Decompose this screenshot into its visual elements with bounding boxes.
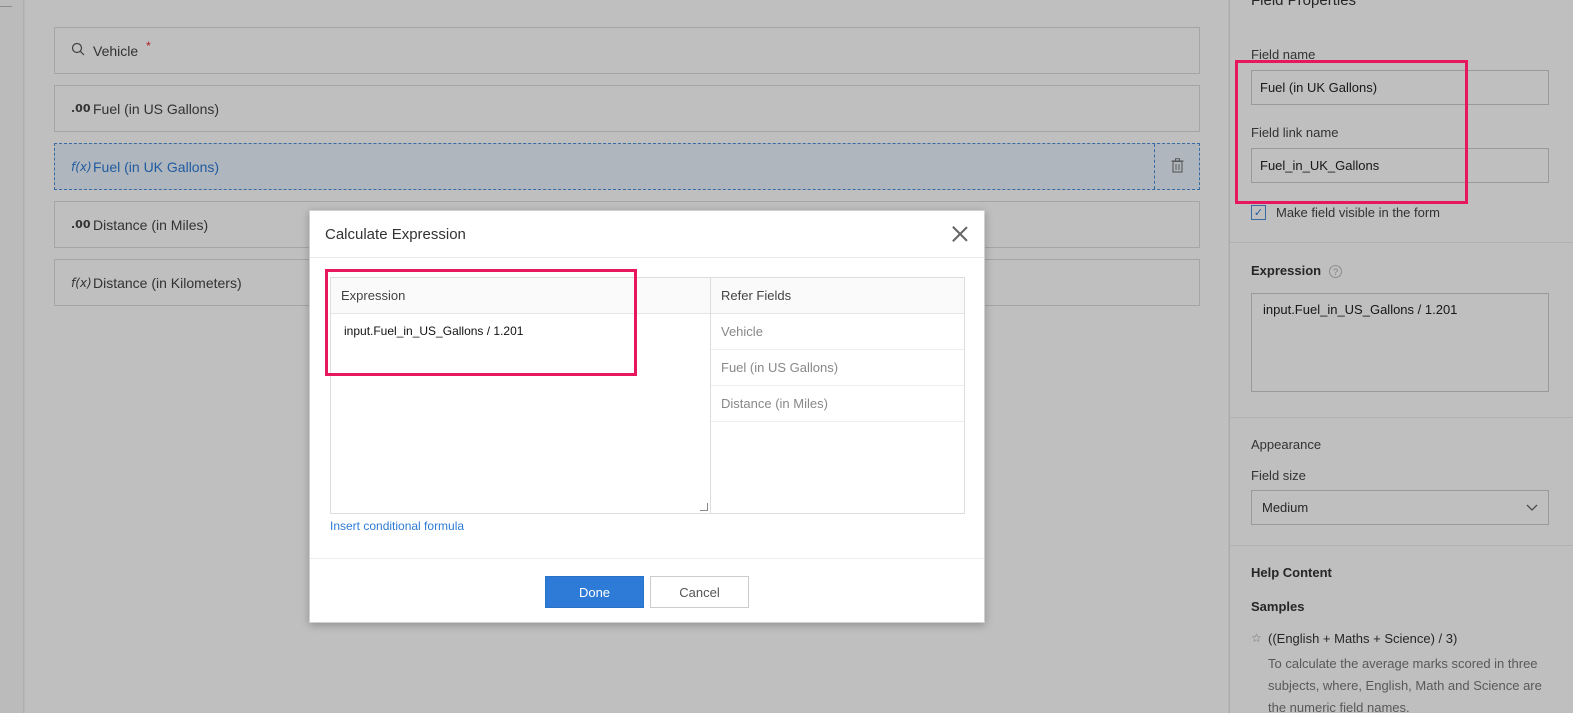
insert-conditional-formula-link[interactable]: Insert conditional formula <box>330 519 464 533</box>
done-button[interactable]: Done <box>545 576 644 608</box>
cancel-button[interactable]: Cancel <box>650 576 749 608</box>
close-icon[interactable] <box>952 226 968 242</box>
modal-title: Calculate Expression <box>325 225 466 243</box>
refer-fields-header: Refer Fields <box>711 278 964 314</box>
refer-field-item[interactable]: Distance (in Miles) <box>711 386 964 422</box>
refer-field-item[interactable]: Vehicle <box>711 314 964 350</box>
resize-handle[interactable] <box>700 503 708 511</box>
highlight-box <box>1235 60 1468 204</box>
refer-fields-list: Refer Fields Vehicle Fuel (in US Gallons… <box>710 277 965 514</box>
refer-field-item[interactable]: Fuel (in US Gallons) <box>711 350 964 386</box>
highlight-box <box>325 269 637 376</box>
modal-footer: Done Cancel <box>310 558 984 622</box>
modal-header: Calculate Expression <box>310 211 984 258</box>
